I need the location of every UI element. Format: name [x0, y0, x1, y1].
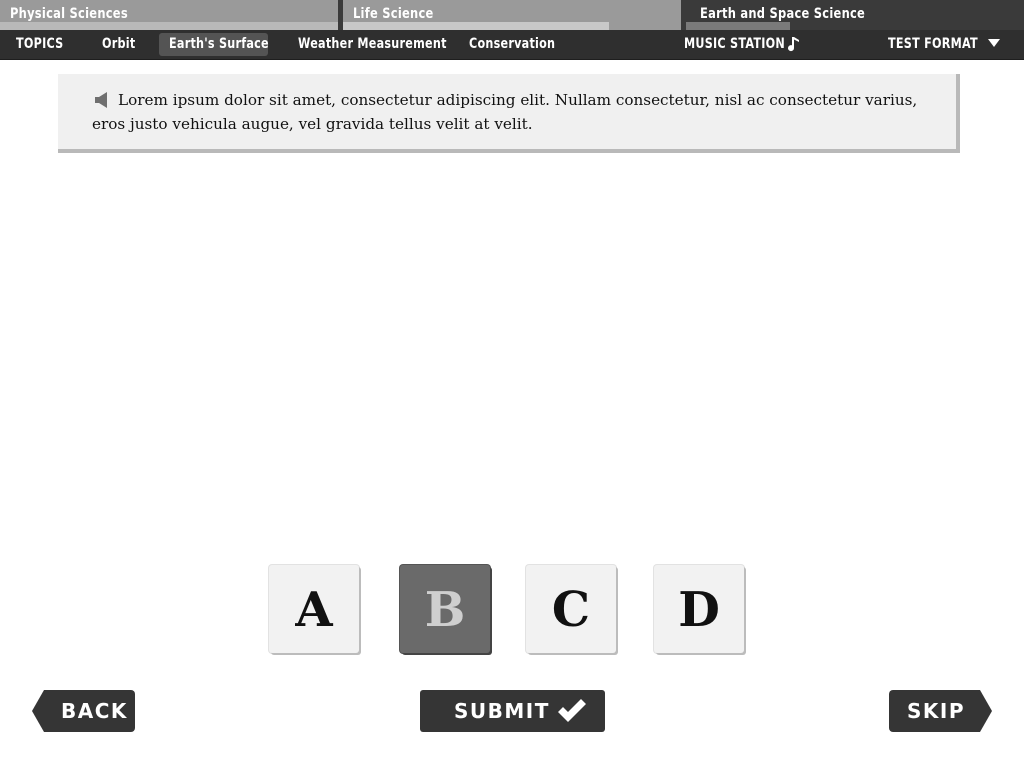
- answer-choice-b[interactable]: B: [400, 565, 490, 653]
- test-format-dropdown[interactable]: TEST FORMAT: [888, 33, 1000, 56]
- answer-choice-a[interactable]: A: [269, 565, 359, 653]
- topics-heading: TOPICS: [16, 33, 75, 56]
- topic-nav-bar: TOPICS Orbit Earth's Surface Weather Mea…: [0, 30, 1024, 60]
- topic-conservation[interactable]: Conservation: [469, 33, 577, 56]
- skip-button-label: SKIP: [907, 699, 966, 723]
- back-button-label: BACK: [61, 699, 128, 723]
- subject-tab-label: Life Science: [353, 6, 434, 22]
- submit-button[interactable]: SUBMIT: [420, 690, 605, 732]
- subject-tab-earth-and-space-science[interactable]: Earth and Space Science: [686, 0, 1024, 30]
- submit-button-label: SUBMIT: [454, 699, 550, 723]
- subject-tab-physical-sciences[interactable]: Physical Sciences: [0, 0, 338, 30]
- skip-button[interactable]: SKIP: [889, 690, 992, 732]
- topic-weather-measurement[interactable]: Weather Measurement: [298, 33, 484, 56]
- topic-label: Earth's Surface: [169, 36, 269, 52]
- back-button[interactable]: BACK: [32, 690, 135, 732]
- subject-tab-bar: Physical Sciences Life Science Earth and…: [0, 0, 1024, 30]
- caret-down-icon[interactable]: [988, 39, 1000, 47]
- subject-tab-label: Earth and Space Science: [700, 6, 866, 22]
- answer-choice-c[interactable]: C: [526, 565, 616, 653]
- subject-progress-bar: [343, 22, 609, 30]
- topic-label: Orbit: [102, 36, 136, 52]
- subject-tab-life-science[interactable]: Life Science: [343, 0, 681, 30]
- subject-tab-label: Physical Sciences: [10, 6, 128, 22]
- music-station-label: MUSIC STATION: [684, 36, 786, 52]
- subject-progress-bar: [0, 22, 338, 30]
- topic-earths-surface[interactable]: Earth's Surface: [159, 33, 269, 56]
- checkmark-icon: [558, 699, 586, 722]
- question-prompt-card: Lorem ipsum dolor sit amet, consectetur …: [58, 74, 960, 153]
- topic-label: Conservation: [469, 36, 556, 52]
- topics-heading-label: TOPICS: [16, 36, 64, 52]
- question-text: Lorem ipsum dolor sit amet, consectetur …: [92, 91, 918, 133]
- test-format-label: TEST FORMAT: [888, 36, 978, 52]
- answer-choice-d[interactable]: D: [654, 565, 744, 653]
- topic-label: Weather Measurement: [298, 36, 447, 52]
- music-note-icon[interactable]: [788, 36, 802, 53]
- subject-progress-bar: [686, 22, 790, 30]
- topic-orbit[interactable]: Orbit: [102, 33, 144, 56]
